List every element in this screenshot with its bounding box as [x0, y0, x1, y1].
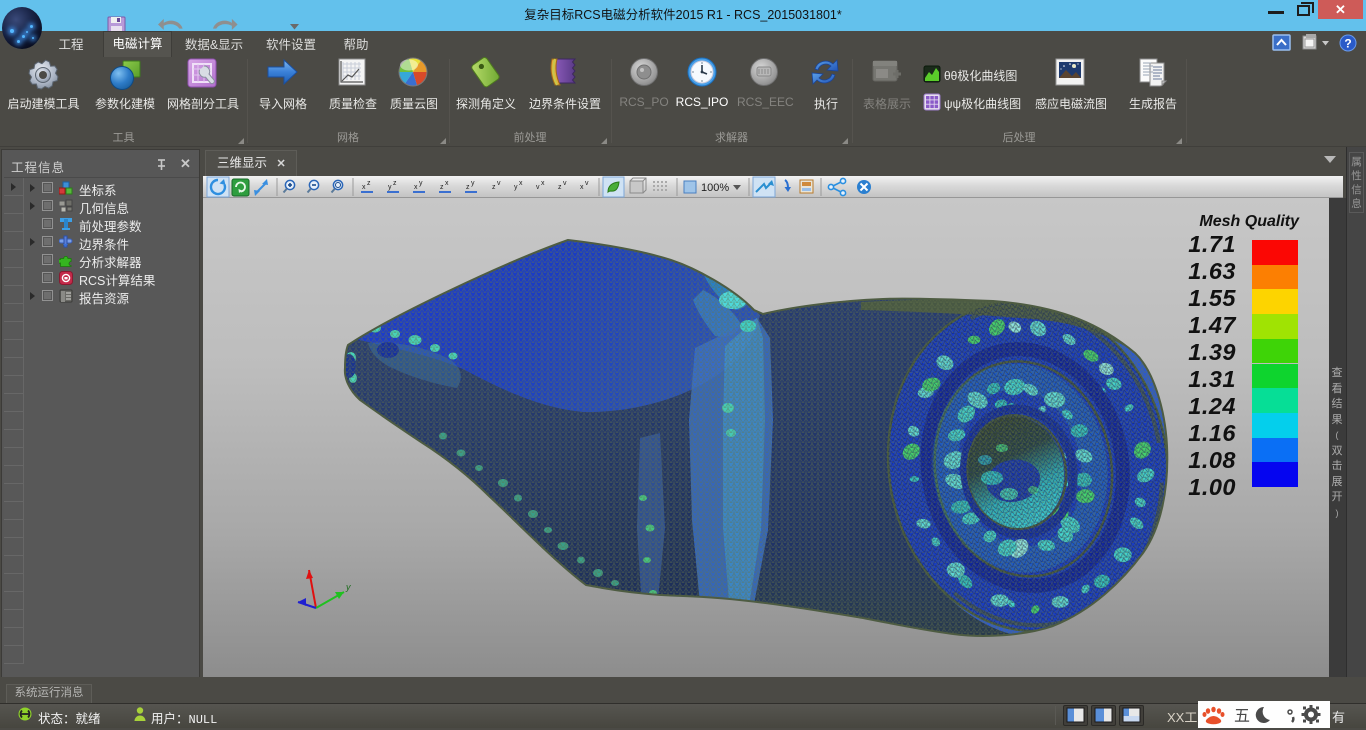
svg-text:x: x — [445, 180, 449, 187]
svg-text:z: z — [440, 184, 444, 191]
svg-text:y: y — [471, 180, 475, 187]
svg-text:?: ? — [1344, 37, 1351, 51]
svg-text:v: v — [563, 180, 567, 187]
svg-text:x: x — [414, 184, 418, 191]
svg-text:y: y — [419, 180, 423, 187]
svg-text:五: 五 — [1234, 708, 1250, 725]
svg-text:z: z — [558, 184, 562, 191]
svg-text:y: y — [345, 582, 351, 592]
svg-text:z: z — [393, 180, 397, 187]
svg-text:x: x — [580, 184, 584, 191]
svg-text:y: y — [514, 184, 518, 191]
svg-text:z: z — [466, 184, 470, 191]
svg-text:z: z — [492, 184, 496, 191]
svg-text:v: v — [585, 180, 589, 187]
svg-text:x: x — [519, 180, 523, 187]
svg-text:x: x — [541, 180, 545, 187]
svg-text:x: x — [362, 184, 366, 191]
svg-text:z: z — [367, 180, 371, 187]
svg-text:y: y — [388, 184, 392, 191]
svg-text:v: v — [536, 184, 540, 191]
svg-text:100%: 100% — [701, 182, 729, 194]
svg-text:v: v — [497, 180, 501, 187]
